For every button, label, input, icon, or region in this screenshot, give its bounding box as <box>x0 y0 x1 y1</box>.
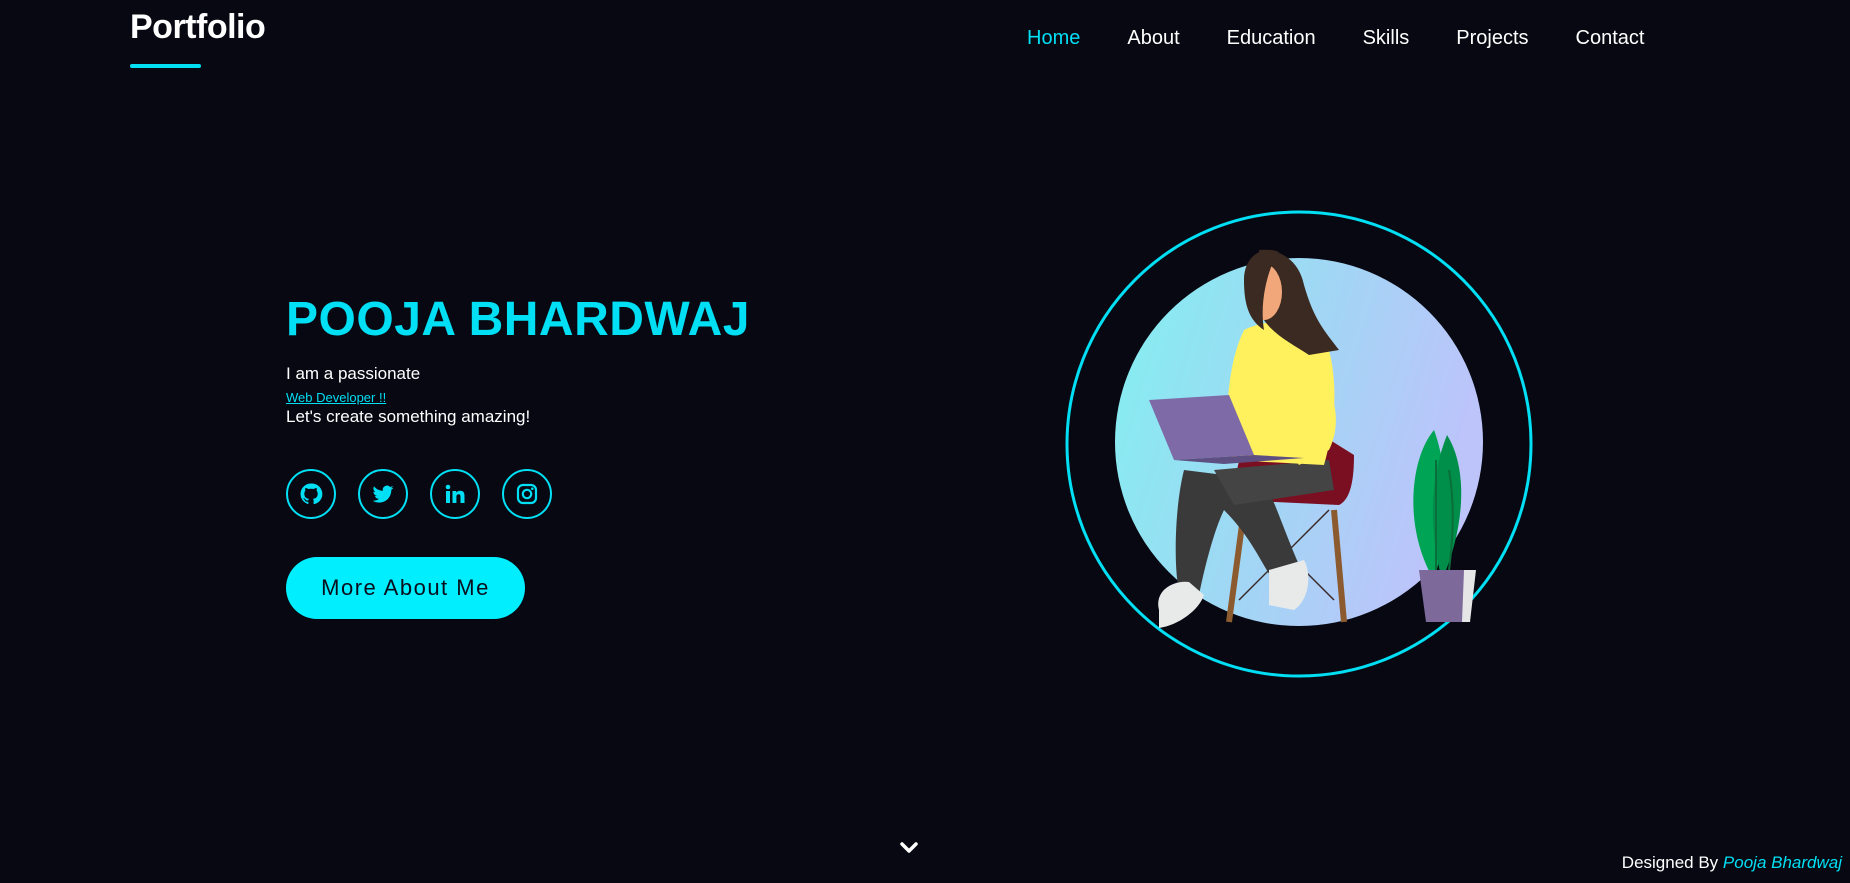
github-link[interactable] <box>286 469 336 519</box>
hero-role-link[interactable]: Web Developer !! <box>286 390 386 405</box>
github-icon <box>300 483 323 505</box>
nav-home[interactable]: Home <box>1027 24 1080 52</box>
nav-projects[interactable]: Projects <box>1456 24 1528 52</box>
logo-underline <box>130 64 201 68</box>
hero-illustration <box>1065 210 1533 678</box>
instagram-link[interactable] <box>502 469 552 519</box>
nav-contact[interactable]: Contact <box>1576 24 1645 52</box>
nav-about[interactable]: About <box>1127 24 1179 52</box>
hero-name: POOJA BHARDWAJ <box>286 293 750 346</box>
twitter-icon <box>372 485 394 503</box>
more-about-me-button[interactable]: More About Me <box>286 557 525 619</box>
footer-credit: Designed By Pooja Bhardwaj <box>1622 853 1842 873</box>
nav-education[interactable]: Education <box>1227 24 1316 52</box>
linkedin-icon <box>445 484 465 503</box>
footer-prefix: Designed By <box>1621 853 1719 872</box>
hero-tagline: I am a passionate <box>286 364 421 383</box>
chevron-down-icon[interactable] <box>899 838 919 858</box>
nav-skills[interactable]: Skills <box>1363 24 1410 52</box>
footer-author[interactable]: Pooja Bhardwaj <box>1723 853 1842 872</box>
main-nav: Home About Education Skills Projects Con… <box>1027 24 1691 52</box>
social-links <box>286 469 552 519</box>
logo[interactable]: Portfolio <box>130 8 266 47</box>
linkedin-link[interactable] <box>430 469 480 519</box>
hero-cta-line: Let's create something amazing! <box>286 407 531 426</box>
instagram-icon <box>516 483 538 505</box>
twitter-link[interactable] <box>358 469 408 519</box>
